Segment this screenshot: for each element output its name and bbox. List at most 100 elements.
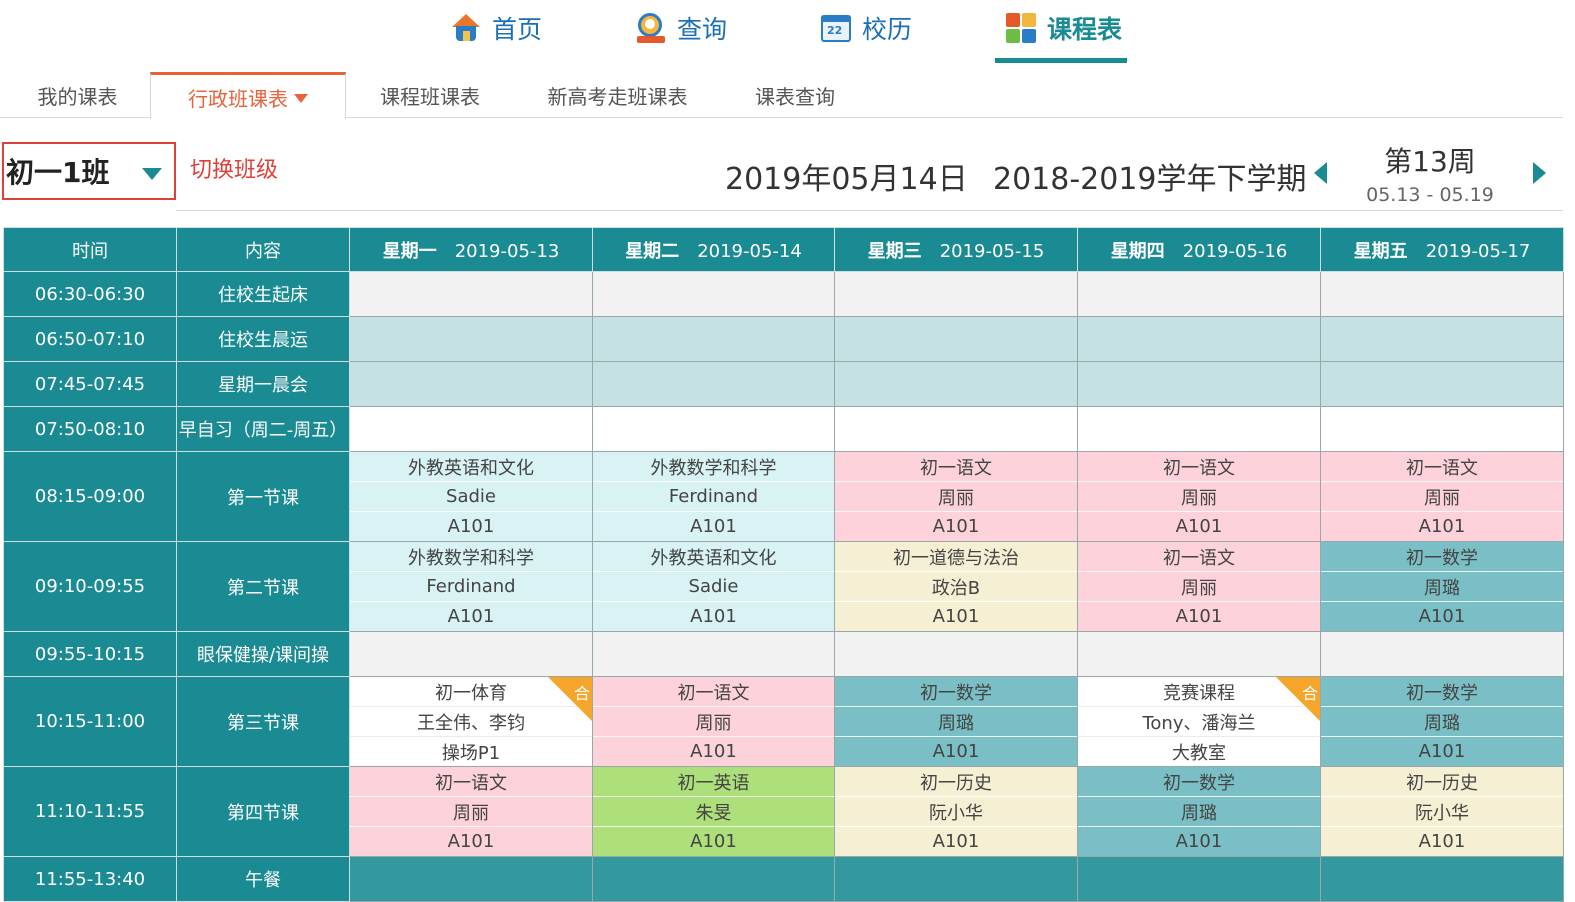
time-cell: 07:50-08:10	[3, 406, 177, 452]
room-name: A101	[593, 736, 834, 766]
week-range: 05.13 - 05.19	[1366, 184, 1494, 206]
empty-slot[interactable]	[592, 361, 835, 407]
course-name: 初一英语	[677, 772, 750, 794]
course-slot[interactable]: 初一语文 周丽 A101	[1077, 451, 1321, 542]
course-slot[interactable]: 初一道德与法治 政治B A101	[834, 541, 1078, 632]
top-nav: 首页 查询 22 校历 课程表	[0, 0, 1575, 64]
table-row: 07:50-08:10 早自习（周二-周五）	[3, 406, 1564, 452]
empty-slot[interactable]	[592, 406, 835, 452]
time-cell: 08:15-09:00	[3, 451, 177, 542]
content-cell: 午餐	[176, 856, 350, 902]
tab-course-class-timetable[interactable]: 课程班课表	[360, 72, 500, 118]
course-slot[interactable]: 初一英语 朱旻 A101	[592, 766, 835, 857]
empty-slot[interactable]	[1077, 406, 1321, 452]
course-slot[interactable]: 初一数学 周璐 A101	[1320, 676, 1564, 767]
nav-timetable[interactable]: 课程表	[1005, 6, 1122, 50]
teacher-name: 政治B	[835, 571, 1077, 601]
teacher-name: Sadie	[350, 481, 592, 511]
header-day: 星期三 2019-05-15	[834, 227, 1078, 272]
empty-slot[interactable]	[834, 631, 1078, 677]
room-name: A101	[835, 736, 1077, 766]
course-slot[interactable]: 初一语文 周丽 A101	[592, 676, 835, 767]
empty-slot[interactable]	[1077, 361, 1321, 407]
teacher-name: 阮小华	[835, 796, 1077, 826]
class-selector[interactable]: 初一1班	[2, 142, 176, 200]
course-slot[interactable]: 外教英语和文化 Sadie A101	[592, 541, 835, 632]
course-slot[interactable]: 初一语文 周丽 A101	[1320, 451, 1564, 542]
class-name: 初一1班	[6, 156, 110, 189]
course-slot[interactable]: 初一历史 阮小华 A101	[1320, 766, 1564, 857]
tab-my-timetable[interactable]: 我的课表	[10, 72, 145, 118]
content-cell: 住校生晨运	[176, 316, 350, 362]
room-name: A101	[1321, 826, 1563, 856]
empty-slot[interactable]	[349, 631, 593, 677]
tab-gaokao-timetable[interactable]: 新高考走班课表	[525, 72, 710, 118]
teacher-name: Ferdinand	[350, 571, 592, 601]
course-slot[interactable]: 初一数学 周璐 A101	[1077, 766, 1321, 857]
room-name: A101	[1078, 826, 1320, 856]
teacher-name: 周丽	[835, 481, 1077, 511]
course-name: 初一语文	[1163, 547, 1235, 569]
empty-slot[interactable]	[1320, 361, 1564, 407]
empty-slot[interactable]	[1077, 856, 1321, 902]
course-slot[interactable]: 初一数学 周璐 A101	[1320, 541, 1564, 632]
empty-slot[interactable]	[834, 361, 1078, 407]
table-row: 10:15-11:00 第三节课 初一体育 王全伟、李钧 操场P1 合 初一语文 周丽 A…	[3, 676, 1564, 767]
teacher-name: 周璐	[1321, 571, 1563, 601]
course-slot[interactable]: 初一语文 周丽 A101	[349, 766, 593, 857]
course-slot[interactable]: 初一语文 周丽 A101	[834, 451, 1078, 542]
course-name: 初一历史	[920, 772, 992, 794]
table-row: 06:30-06:30 住校生起床	[3, 271, 1564, 317]
course-slot[interactable]: 外教数学和科学 Ferdinand A101	[349, 541, 593, 632]
course-slot[interactable]: 外教数学和科学 Ferdinand A101	[592, 451, 835, 542]
empty-slot[interactable]	[349, 406, 593, 452]
nav-home[interactable]: 首页	[450, 6, 542, 50]
prev-week-icon[interactable]	[1314, 162, 1327, 184]
time-cell: 06:50-07:10	[3, 316, 177, 362]
empty-slot[interactable]	[349, 856, 593, 902]
header-divider	[176, 210, 1563, 211]
table-row: 06:50-07:10 住校生晨运	[3, 316, 1564, 362]
empty-slot[interactable]	[834, 406, 1078, 452]
home-icon	[450, 12, 482, 44]
course-slot[interactable]: 初一数学 周璐 A101	[834, 676, 1078, 767]
course-slot[interactable]: 竞赛课程 Tony、潘海兰 大教室合	[1077, 676, 1321, 767]
empty-slot[interactable]	[1320, 856, 1564, 902]
header-day: 星期二 2019-05-14	[592, 227, 835, 272]
nav-timetable-label: 课程表	[1047, 15, 1123, 44]
empty-slot[interactable]	[834, 856, 1078, 902]
nav-search[interactable]: 查询	[635, 6, 727, 50]
empty-slot[interactable]	[592, 271, 835, 317]
room-name: A101	[350, 826, 592, 856]
empty-slot[interactable]	[349, 361, 593, 407]
empty-slot[interactable]	[592, 631, 835, 677]
merged-class-badge-label: 合	[1301, 684, 1318, 703]
empty-slot[interactable]	[1077, 316, 1321, 362]
course-slot[interactable]: 初一历史 阮小华 A101	[834, 766, 1078, 857]
time-cell: 09:10-09:55	[3, 541, 177, 632]
course-slot[interactable]: 初一语文 周丽 A101	[1077, 541, 1321, 632]
empty-slot[interactable]	[834, 271, 1078, 317]
nav-calendar[interactable]: 22 校历	[820, 6, 912, 50]
empty-slot[interactable]	[834, 316, 1078, 362]
tab-timetable-query[interactable]: 课表查询	[735, 72, 855, 118]
tab-admin-class-timetable[interactable]: 行政班课表	[150, 72, 346, 119]
empty-slot[interactable]	[1320, 406, 1564, 452]
empty-slot[interactable]	[592, 316, 835, 362]
empty-slot[interactable]	[1077, 271, 1321, 317]
empty-slot[interactable]	[349, 316, 593, 362]
current-date: 2019年05月14日	[725, 162, 968, 197]
course-slot[interactable]: 初一体育 王全伟、李钧 操场P1 合	[349, 676, 593, 767]
empty-slot[interactable]	[1320, 631, 1564, 677]
room-name: A101	[593, 601, 834, 631]
tab-label: 课程班课表	[380, 84, 480, 109]
empty-slot[interactable]	[1077, 631, 1321, 677]
empty-slot[interactable]	[1320, 271, 1564, 317]
next-week-icon[interactable]	[1533, 162, 1546, 184]
course-slot[interactable]: 外教英语和文化 Sadie A101	[349, 451, 593, 542]
empty-slot[interactable]	[592, 856, 835, 902]
empty-slot[interactable]	[349, 271, 593, 317]
empty-slot[interactable]	[1320, 316, 1564, 362]
teacher-name: 阮小华	[1321, 796, 1563, 826]
course-name: 初一数学	[1406, 682, 1478, 704]
